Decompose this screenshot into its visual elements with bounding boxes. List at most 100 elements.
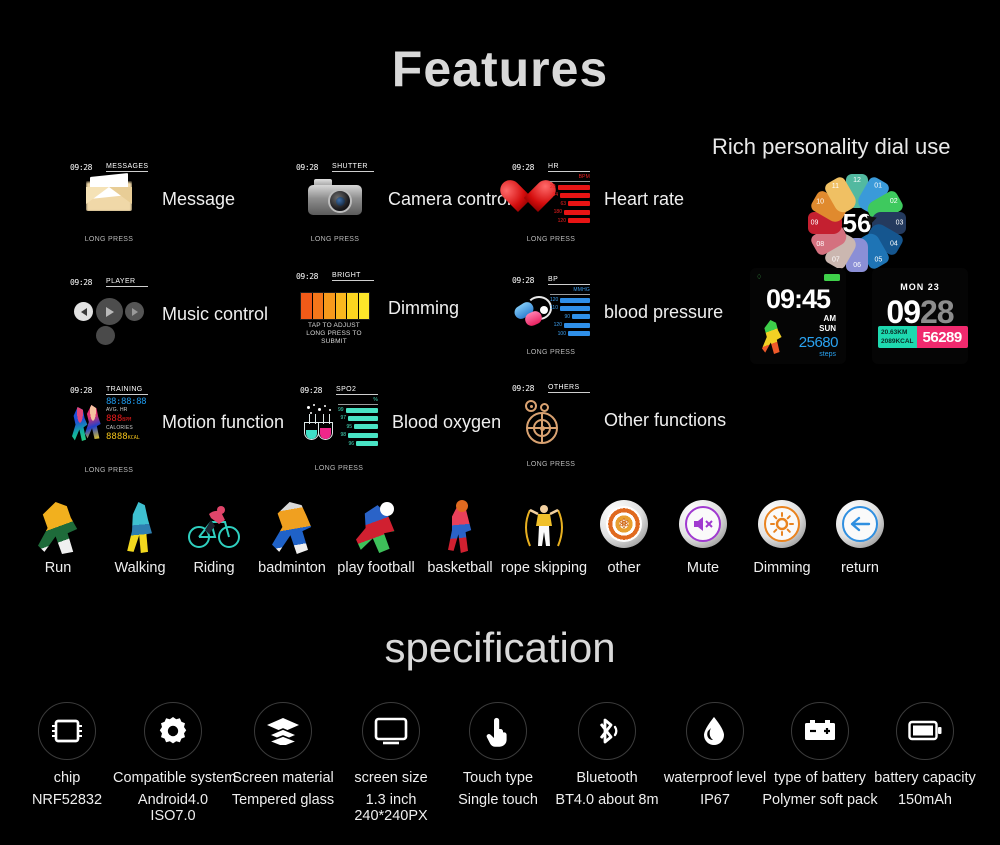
spec-label: type of battery (774, 770, 866, 786)
mute-icon[interactable] (679, 500, 727, 548)
watch-screen-message: 09:28 MESSAGES LONG PRESS (70, 163, 149, 243)
long-press-hint: LONG PRESS (314, 465, 364, 472)
watch-face-steps[interactable]: ♢ 09:45 AM SUN 25680 steps (750, 268, 846, 364)
watch-time: 09:28 (70, 278, 93, 287)
feature-blood-pressure: 09:28 BP MMHG 120 110 90 120 100 LONG PR… (512, 276, 724, 356)
feature-message: 09:28 MESSAGES LONG PRESS Message (70, 163, 235, 243)
runners-icon (72, 404, 106, 446)
back-arrow-icon[interactable] (836, 500, 884, 548)
spec-value: 150mAh (897, 792, 952, 808)
bluetooth-icon (578, 702, 636, 760)
avg-hr-caption: AVG. HR (106, 407, 128, 413)
watch-time: 09:28 (512, 276, 535, 285)
watch-face-date[interactable]: MON 23 0928 20.63KM 2089KCAL 56289 (872, 268, 968, 364)
watch-time: 09:28 (296, 163, 319, 172)
brightness-sun-icon[interactable] (758, 500, 806, 548)
hr-value: 20 (550, 184, 556, 190)
bluetooth-status-icon: ♢ (756, 274, 763, 281)
calories-caption: CALORIES (106, 425, 133, 431)
sport-badminton[interactable]: badminton (244, 498, 340, 576)
spec-value-2: ISO7.0 (150, 808, 196, 824)
brightness-slider[interactable] (300, 292, 370, 320)
spo2-graph: % 99 97 95 98 96 (300, 397, 378, 450)
bp-value: 120 (550, 297, 559, 303)
poster-page: Features specification Rich personality … (0, 0, 1000, 845)
watch-screen-training: 09:28 TRAINING 88:88:88 AVG. HR 888BPM C… (70, 386, 148, 474)
sport-label: play football (337, 560, 415, 576)
calories-value: 8888 (106, 432, 128, 442)
play-button[interactable] (96, 298, 123, 325)
volume-button[interactable] (96, 326, 115, 345)
other-target-icon[interactable]: ⚛ (600, 500, 648, 548)
dial-section-heading: Rich personality dial use (712, 134, 951, 159)
feature-label: blood pressure (604, 302, 724, 322)
avg-hr-value: 888 (106, 414, 123, 424)
football-icon (328, 498, 424, 560)
spec-screen-size: screen size 1.3 inch 240*240PX (331, 702, 451, 824)
watch-mode-label: SPO2 (336, 386, 378, 395)
watch-screen-dimming: 09:28 BRIGHT TAP TO ADJUST LONG PRESS TO… (296, 272, 374, 358)
sport-football[interactable]: play football (328, 498, 424, 576)
previous-track-button[interactable] (74, 302, 93, 321)
feature-label: Dimming (388, 298, 460, 318)
hr-value: 63 (560, 200, 566, 207)
watch-mode-label: BRIGHT (332, 272, 374, 281)
gears-icon (512, 396, 590, 448)
basketball-icon (412, 498, 508, 560)
badminton-icon (272, 502, 312, 554)
feature-other-functions: 09:28 OTHERS LONG PRESS Other functions (512, 384, 726, 468)
watch-face-steps-chip: 56289 (916, 326, 968, 348)
feature-label: Music control (162, 304, 269, 324)
runner-icon (38, 502, 78, 554)
next-track-button[interactable] (125, 302, 144, 321)
sport-label: badminton (258, 560, 326, 576)
spec-battery-capacity: battery capacity 150mAh (865, 702, 985, 808)
spec-compatible-system: Compatible system Android4.0 ISO7.0 (113, 702, 236, 824)
feature-label: Motion function (162, 412, 285, 432)
watch-face-distance-unit: KM (897, 329, 908, 336)
hr-value: 120 (557, 217, 566, 224)
spec-label: Bluetooth (576, 770, 638, 786)
spec-value: Android4.0 (137, 792, 209, 808)
feature-label: Camera control (388, 189, 512, 209)
feature-heart-rate: 09:28 HR BPM 20 94 63 180 120 LONG PRESS… (496, 163, 685, 243)
long-press-hint: LONG PRESS (526, 461, 576, 468)
long-press-hint: LONG PRESS (526, 236, 576, 243)
watch-mode-label: BP (548, 276, 590, 285)
spec-label: Screen material (232, 770, 334, 786)
training-stats: 88:88:88 AVG. HR 888BPM CALORIES 8888KCA… (70, 397, 148, 450)
spec-value: Single touch (458, 792, 538, 808)
spec-value: 1.3 inch (365, 792, 417, 808)
feature-music-control: 09:28 PLAYER Music control (70, 278, 268, 356)
walking-icon (127, 502, 152, 553)
feature-label: Heart rate (604, 189, 685, 209)
watch-screen-others: 09:28 OTHERS LONG PRESS (512, 384, 590, 468)
spec-value: BT4.0 about 8m (555, 792, 659, 808)
brightness-bar-icon: TAP TO ADJUST LONG PRESS TO SUBMIT (296, 284, 374, 345)
envelope-icon (70, 173, 148, 227)
watch-face-time: 09:45 (765, 284, 831, 314)
spec-waterproof: waterproof level IP67 (655, 702, 775, 808)
runner-icon (762, 320, 782, 354)
spo2-value: 96 (348, 440, 354, 447)
sport-return[interactable]: return (812, 498, 908, 576)
long-press-hint: LONG PRESS (526, 349, 576, 356)
spec-chip: chip NRF52832 (7, 702, 127, 808)
hr-unit: BPM (550, 174, 590, 182)
bp-value: 100 (557, 330, 566, 337)
dial-color-wheel[interactable]: 12 01 02 03 04 05 06 07 08 09 10 11 56 (806, 172, 908, 274)
spec-label: battery capacity (874, 770, 976, 786)
watch-mode-label: MESSAGES (106, 163, 149, 172)
spo2-value: 95 (346, 423, 352, 430)
spec-bluetooth: Bluetooth BT4.0 about 8m (547, 702, 667, 808)
sport-label: return (841, 560, 879, 576)
sport-basketball[interactable]: basketball (412, 498, 508, 576)
spec-touch-type: Touch type Single touch (438, 702, 558, 808)
battery-status-icon (824, 274, 840, 281)
battery-icon (896, 702, 954, 760)
watch-time: 09:28 (512, 163, 535, 172)
spec-value: NRF52832 (31, 792, 103, 808)
bp-value: 120 (553, 322, 562, 329)
watch-screen-camera: 09:28 SHUTTER LONG PRESS (296, 163, 374, 243)
watch-mode-label: HR (548, 163, 590, 172)
